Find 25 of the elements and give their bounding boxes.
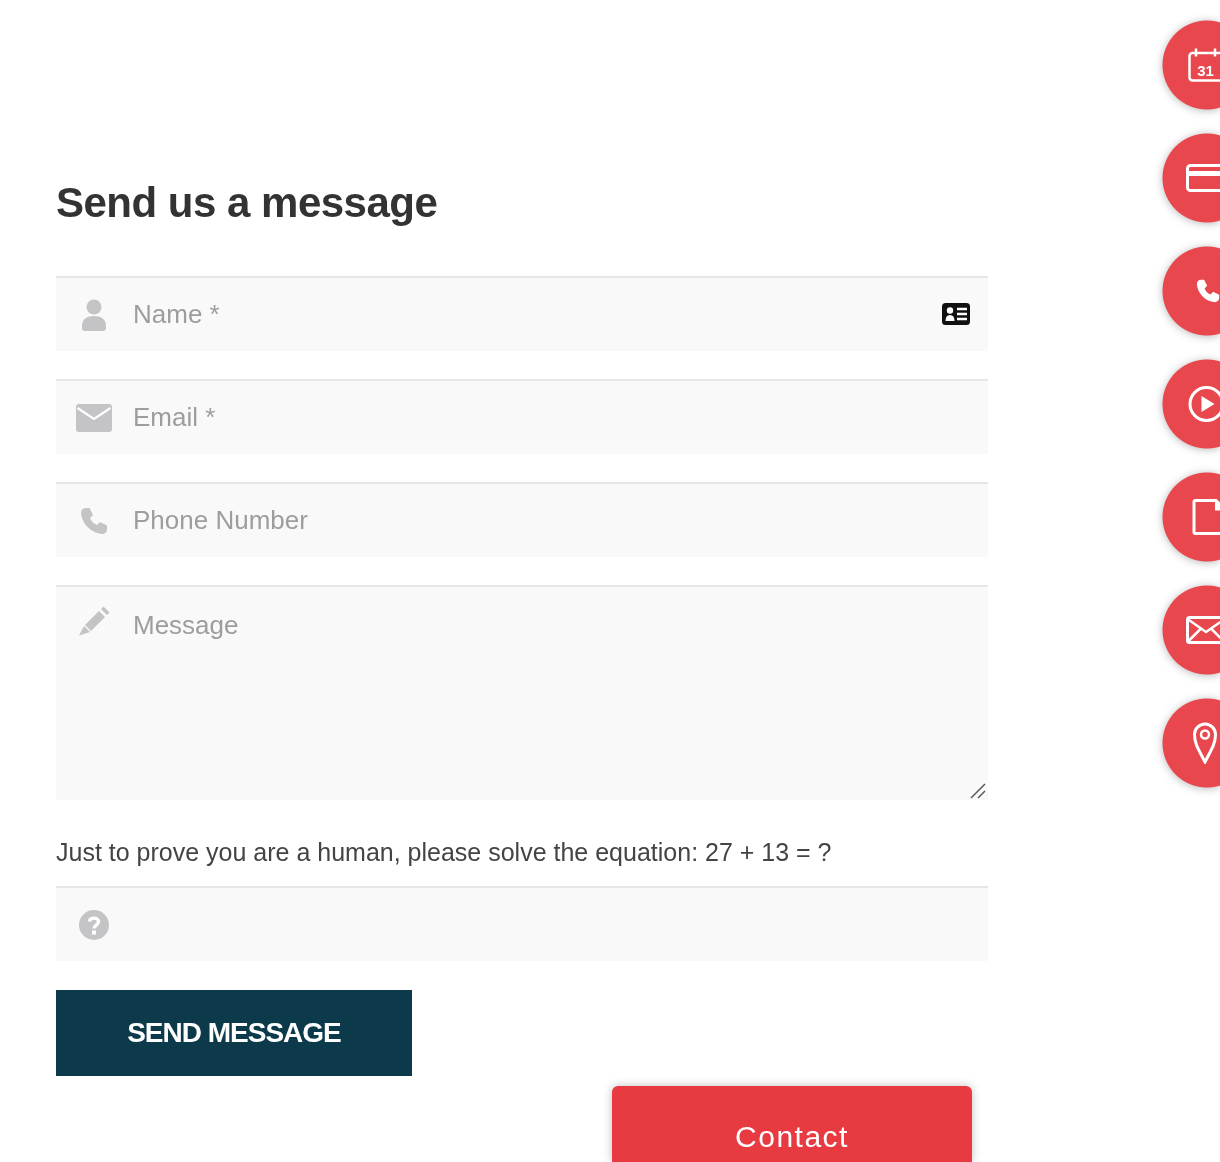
resize-handle-icon[interactable] bbox=[970, 783, 986, 799]
map-pin-icon bbox=[1193, 722, 1217, 764]
message-input[interactable]: Message bbox=[56, 585, 988, 800]
name-input[interactable]: Name * bbox=[56, 276, 988, 351]
card-button[interactable] bbox=[1162, 133, 1220, 223]
question-circle-icon bbox=[79, 909, 109, 940]
captcha-question: Just to prove you are a human, please solve the equation: 27 + 13 = ? bbox=[56, 837, 833, 868]
mail-button[interactable] bbox=[1162, 585, 1220, 675]
calendar-button[interactable]: 31 bbox=[1162, 20, 1220, 110]
contact-card-icon[interactable] bbox=[942, 303, 970, 325]
envelope-icon bbox=[76, 403, 112, 432]
pencil-icon bbox=[78, 606, 110, 636]
calendar-day-label: 31 bbox=[1197, 61, 1214, 79]
phone-input[interactable]: Phone Number bbox=[56, 482, 988, 557]
phone-button[interactable] bbox=[1162, 246, 1220, 336]
person-icon bbox=[81, 298, 107, 331]
answer-input[interactable] bbox=[56, 886, 988, 961]
contact-tab[interactable]: Contact bbox=[612, 1086, 972, 1162]
location-button[interactable] bbox=[1162, 698, 1220, 788]
phone-icon bbox=[80, 506, 108, 535]
email-input[interactable]: Email * bbox=[56, 379, 988, 454]
document-button[interactable] bbox=[1162, 472, 1220, 562]
form-heading: Send us a message bbox=[56, 178, 439, 228]
play-button[interactable] bbox=[1162, 359, 1220, 449]
send-message-button[interactable]: SEND MESSAGE bbox=[56, 990, 412, 1076]
